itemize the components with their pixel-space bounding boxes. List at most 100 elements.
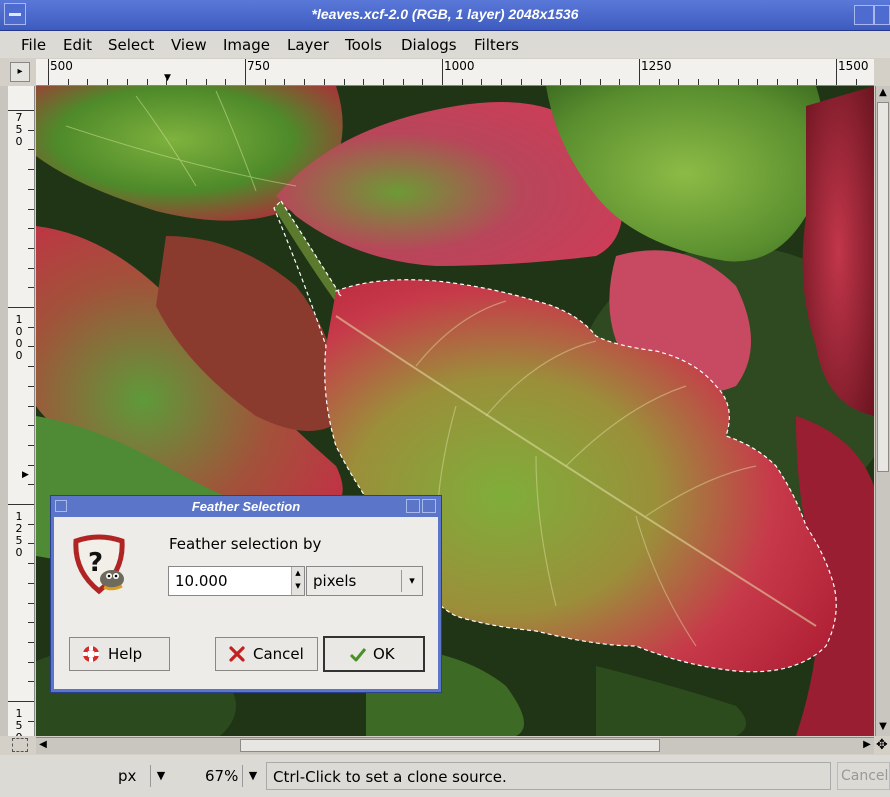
- horizontal-scrollbar[interactable]: ◀ ▶: [36, 737, 874, 754]
- quick-mask-toggle-icon[interactable]: ▸: [10, 62, 30, 82]
- ruler-tick: [757, 79, 759, 85]
- ruler-tick: [8, 110, 34, 111]
- ruler-tick: [28, 366, 34, 368]
- cancel-button[interactable]: Cancel: [215, 637, 318, 671]
- ruler-label: 750: [247, 59, 270, 73]
- ruler-tick: [304, 79, 306, 85]
- ruler-tick: [28, 622, 34, 624]
- navigate-icon[interactable]: ✥: [876, 737, 888, 753]
- ruler-tick: [8, 701, 34, 702]
- ruler-tick: [560, 79, 562, 85]
- spin-arrows-icon[interactable]: ▲ ▼: [291, 567, 304, 595]
- ruler-tick: [28, 582, 34, 584]
- unit-selector-value[interactable]: px: [118, 767, 136, 785]
- ruler-tick: [28, 602, 34, 604]
- ruler-tick: [717, 79, 719, 85]
- ruler-tick: [442, 59, 443, 85]
- help-button[interactable]: Help: [69, 637, 170, 671]
- ruler-tick: [67, 79, 69, 85]
- ruler-tick: [619, 79, 621, 85]
- menu-layer[interactable]: Layer: [287, 36, 329, 54]
- menu-dialogs[interactable]: Dialogs: [401, 36, 457, 54]
- vertical-scrollbar[interactable]: ▲ ▼: [875, 86, 890, 736]
- ruler-tick: [185, 79, 187, 85]
- ruler-tick: [658, 79, 660, 85]
- menu-bar: File Edit Select View Image Layer Tools …: [0, 31, 890, 58]
- ruler-tick: [28, 188, 34, 190]
- ruler-tick: [28, 484, 34, 486]
- menu-edit[interactable]: Edit: [63, 36, 92, 54]
- ruler-tick: [87, 79, 89, 85]
- ruler-tick: [28, 464, 34, 466]
- feather-radius-value[interactable]: 10.000: [175, 572, 228, 590]
- menu-tools[interactable]: Tools: [345, 36, 382, 54]
- ruler-tick: [28, 425, 34, 427]
- ruler-label: 1000: [444, 59, 475, 73]
- ruler-tick: [28, 169, 34, 171]
- ruler-label: 750: [15, 111, 23, 148]
- scroll-up-icon[interactable]: ▲: [876, 86, 890, 100]
- ruler-tick: [205, 79, 207, 85]
- ok-button[interactable]: OK: [323, 636, 425, 672]
- ruler-tick: [28, 641, 34, 643]
- ruler-tick: [28, 661, 34, 663]
- ruler-tick: [28, 405, 34, 407]
- maximize-button[interactable]: [874, 5, 890, 25]
- zoom-dropdown-icon[interactable]: ▼: [242, 765, 263, 787]
- zoom-value[interactable]: 67%: [205, 767, 238, 785]
- dialog-close-button[interactable]: [422, 499, 436, 513]
- feather-radius-spinbox[interactable]: 10.000 ▲ ▼: [168, 566, 305, 596]
- horizontal-scroll-thumb[interactable]: [240, 739, 660, 752]
- ruler-tick: [323, 79, 325, 85]
- ruler-tick: [166, 79, 168, 85]
- ruler-tick: [540, 79, 542, 85]
- ruler-tick: [363, 79, 365, 85]
- ruler-tick: [28, 543, 34, 545]
- cancel-label: Cancel: [253, 645, 304, 663]
- unit-menu-dropdown-icon[interactable]: ▾: [401, 570, 422, 592]
- ruler-tick: [28, 228, 34, 230]
- scroll-right-icon[interactable]: ▶: [860, 738, 874, 752]
- menu-select[interactable]: Select: [108, 36, 154, 54]
- ruler-tick: [599, 79, 601, 85]
- scroll-down-icon[interactable]: ▼: [876, 720, 890, 734]
- unit-dropdown-icon[interactable]: ▼: [150, 765, 171, 787]
- window-titlebar: *leaves.xcf-2.0 (RGB, 1 layer) 2048x1536: [0, 0, 890, 31]
- horizontal-ruler[interactable]: 500 750 1000 1250 1500 ▼: [36, 59, 874, 86]
- ruler-tick: [579, 79, 581, 85]
- ruler-tick: [28, 287, 34, 289]
- vertical-scroll-thumb[interactable]: [877, 102, 889, 472]
- ruler-tick: [28, 129, 34, 131]
- ruler-label: 1500: [838, 59, 869, 73]
- ruler-tick: [28, 444, 34, 446]
- ruler-tick: [855, 79, 857, 85]
- menu-view[interactable]: View: [171, 36, 207, 54]
- ruler-tick: [107, 79, 109, 85]
- menu-file[interactable]: File: [21, 36, 46, 54]
- status-bar: px ▼ 67% ▼ Ctrl-Click to set a clone sou…: [0, 755, 890, 797]
- ruler-label: 500: [50, 59, 73, 73]
- ruler-tick: [8, 504, 34, 505]
- minimize-button[interactable]: [854, 5, 874, 25]
- zoom-to-fit-icon[interactable]: [12, 738, 28, 752]
- ruler-tick: [402, 79, 404, 85]
- window-title: *leaves.xcf-2.0 (RGB, 1 layer) 2048x1536: [311, 6, 579, 22]
- ruler-tick: [28, 208, 34, 210]
- menu-filters[interactable]: Filters: [474, 36, 519, 54]
- dialog-body: ? Feather selection by 10.000 ▲ ▼ pixels …: [54, 517, 438, 689]
- ruler-tick: [382, 79, 384, 85]
- vertical-ruler[interactable]: 750 1000 1250 1500 ▶: [8, 86, 35, 736]
- ruler-tick: [481, 79, 483, 85]
- ruler-tick: [520, 79, 522, 85]
- unit-menu-value[interactable]: pixels: [313, 572, 356, 590]
- status-cancel-button[interactable]: Cancel: [837, 762, 890, 790]
- window-left-edge: [0, 86, 8, 736]
- unit-menu[interactable]: pixels ▾: [306, 566, 423, 596]
- ruler-tick: [28, 720, 34, 722]
- menu-image[interactable]: Image: [223, 36, 270, 54]
- ruler-tick: [28, 149, 34, 151]
- ruler-tick: [28, 523, 34, 525]
- dialog-maximize-button[interactable]: [406, 499, 420, 513]
- scroll-left-icon[interactable]: ◀: [36, 738, 50, 752]
- ruler-tick: [245, 59, 246, 85]
